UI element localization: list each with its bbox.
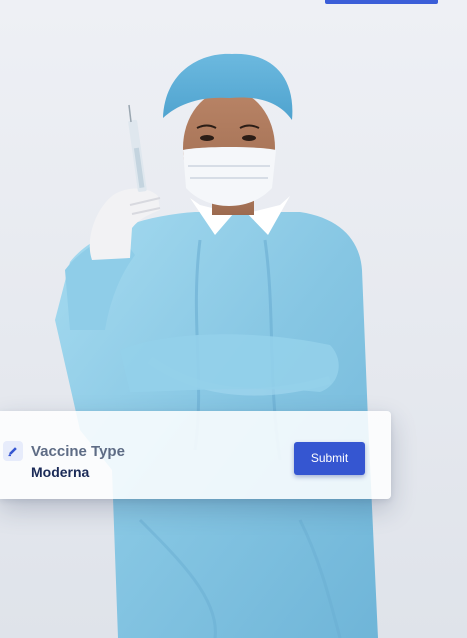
pencil-icon (3, 441, 23, 461)
vaccine-type-label: Vaccine Type (31, 443, 125, 460)
nurse-illustration (55, 53, 378, 638)
background-photo (0, 0, 467, 638)
vaccine-type-value: Moderna (31, 464, 90, 480)
submit-button[interactable]: Submit (294, 442, 365, 475)
top-accent-bar (325, 0, 438, 4)
